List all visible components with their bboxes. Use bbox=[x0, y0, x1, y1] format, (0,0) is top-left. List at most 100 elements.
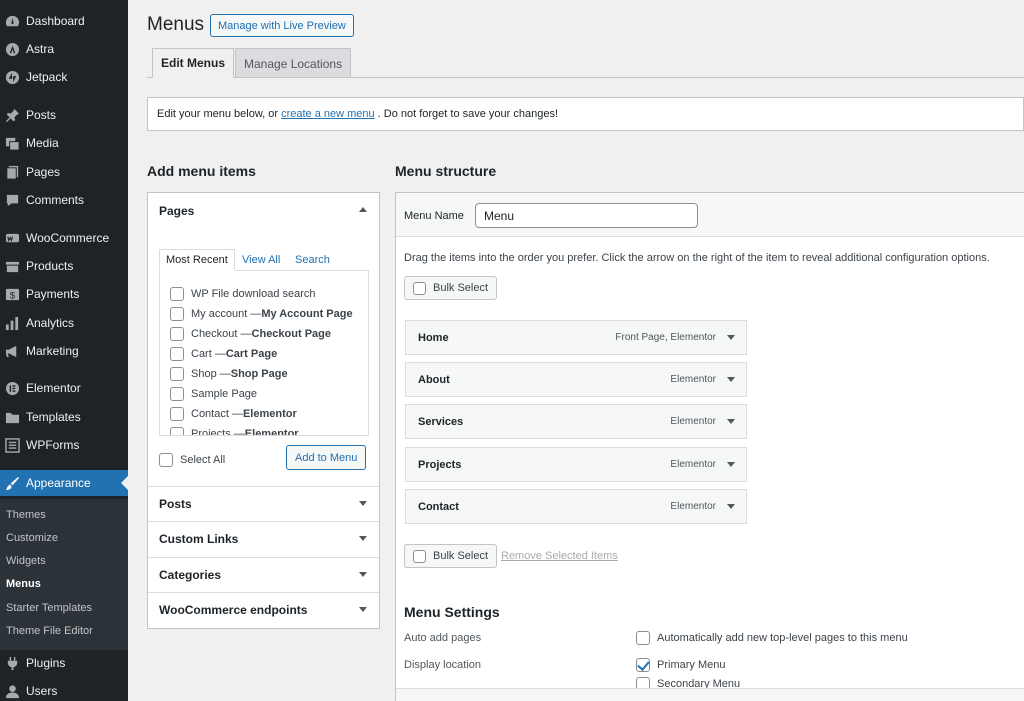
submenu-item-theme-file-editor[interactable]: Theme File Editor bbox=[6, 625, 93, 637]
select-all[interactable]: Select All bbox=[159, 453, 225, 467]
live-preview-button[interactable]: Manage with Live Preview bbox=[210, 14, 354, 37]
expand-arrow-icon[interactable] bbox=[727, 335, 735, 340]
create-new-menu-link[interactable]: create a new menu bbox=[281, 108, 375, 120]
section-posts-header[interactable]: Posts bbox=[148, 486, 379, 521]
menu-item-contact[interactable]: Contact Elementor bbox=[405, 489, 747, 524]
sidebar-item-media[interactable]: Media bbox=[0, 130, 128, 156]
menu-name-input[interactable] bbox=[475, 203, 698, 228]
submenu-item-menus[interactable]: Menus bbox=[6, 578, 41, 590]
analytics-icon bbox=[4, 315, 20, 331]
menu-name-bar: Menu Name bbox=[396, 193, 1024, 237]
sidebar-item-users[interactable]: Users bbox=[0, 678, 128, 701]
menu-item-type: Elementor bbox=[670, 459, 716, 470]
menu-item-services[interactable]: Services Elementor bbox=[405, 404, 747, 439]
products-icon bbox=[4, 258, 20, 274]
menu-item-home[interactable]: Home Front Page, Elementor bbox=[405, 320, 747, 355]
tab-search[interactable]: Search bbox=[289, 249, 336, 271]
bulk-select-checkbox[interactable] bbox=[413, 281, 426, 295]
sidebar-item-label: Products bbox=[26, 259, 74, 273]
expand-arrow-icon[interactable] bbox=[359, 536, 367, 541]
submenu-item-customize[interactable]: Customize bbox=[6, 532, 58, 544]
list-item[interactable]: Shop — Shop Page bbox=[170, 366, 288, 382]
expand-arrow-icon[interactable] bbox=[359, 607, 367, 612]
sidebar-item-marketing[interactable]: Marketing bbox=[0, 338, 128, 364]
sidebar-item-elementor[interactable]: Elementor bbox=[0, 375, 128, 401]
sidebar-item-label: Comments bbox=[26, 193, 85, 207]
sidebar-item-plugins[interactable]: Plugins bbox=[0, 650, 128, 676]
sidebar-item-comments[interactable]: Comments bbox=[0, 187, 128, 213]
checkbox[interactable] bbox=[170, 387, 184, 401]
list-item[interactable]: My account — My Account Page bbox=[170, 306, 353, 322]
menu-item-title: Services bbox=[418, 415, 464, 428]
list-item[interactable]: Cart — Cart Page bbox=[170, 346, 277, 362]
submenu-item-themes[interactable]: Themes bbox=[6, 509, 46, 521]
checkbox[interactable] bbox=[170, 427, 184, 435]
bulk-select-button[interactable]: Bulk Select bbox=[404, 276, 498, 300]
section-categories-header[interactable]: Categories bbox=[148, 557, 379, 592]
section-title: Categories bbox=[159, 568, 222, 582]
sidebar-item-label: WPForms bbox=[26, 438, 80, 452]
sidebar-item-pages[interactable]: Pages bbox=[0, 159, 128, 185]
sidebar-item-label: Templates bbox=[26, 410, 81, 424]
woocommerce-icon bbox=[4, 230, 20, 246]
checkbox[interactable] bbox=[170, 367, 184, 381]
checkbox[interactable] bbox=[170, 327, 184, 341]
sidebar-item-astra[interactable]: Astra bbox=[0, 36, 128, 62]
list-item[interactable]: Contact — Elementor bbox=[170, 406, 297, 422]
sidebar-item-templates[interactable]: Templates bbox=[0, 404, 128, 430]
location-primary-menu[interactable]: Primary Menu bbox=[636, 658, 725, 672]
sidebar-item-appearance[interactable]: Appearance bbox=[0, 470, 128, 496]
section-pages-header[interactable]: Pages bbox=[148, 193, 379, 228]
expand-arrow-icon[interactable] bbox=[727, 462, 735, 467]
list-item[interactable]: Checkout — Checkout Page bbox=[170, 326, 331, 342]
tab-manage-locations[interactable]: Manage Locations bbox=[235, 48, 352, 78]
media-icon bbox=[4, 135, 20, 151]
tab-edit-menus[interactable]: Edit Menus bbox=[152, 48, 235, 78]
expand-arrow-icon[interactable] bbox=[727, 419, 735, 424]
section-woocommerce-endpoints-header[interactable]: WooCommerce endpoints bbox=[148, 592, 379, 627]
sidebar-item-dashboard[interactable]: Dashboard bbox=[0, 8, 128, 34]
auto-add-pages-option[interactable]: Automatically add new top-level pages to… bbox=[636, 631, 908, 645]
list-item[interactable]: Sample Page bbox=[170, 386, 257, 402]
auto-add-checkbox[interactable] bbox=[636, 631, 650, 645]
list-item[interactable]: WP File download search bbox=[170, 286, 316, 302]
section-title: Posts bbox=[159, 497, 192, 511]
submenu-item-widgets[interactable]: Widgets bbox=[6, 555, 46, 567]
expand-arrow-icon[interactable] bbox=[359, 501, 367, 506]
sidebar-item-posts[interactable]: Posts bbox=[0, 102, 128, 128]
sidebar-item-analytics[interactable]: Analytics bbox=[0, 310, 128, 336]
collapse-arrow-icon[interactable] bbox=[359, 207, 367, 212]
add-to-menu-button[interactable]: Add to Menu bbox=[286, 445, 367, 470]
sidebar-item-jetpack[interactable]: Jetpack bbox=[0, 64, 128, 90]
menu-item-about[interactable]: About Elementor bbox=[405, 362, 747, 397]
expand-arrow-icon[interactable] bbox=[727, 377, 735, 382]
menu-item-title: Projects bbox=[418, 458, 462, 471]
checkbox[interactable] bbox=[170, 347, 184, 361]
pin-icon bbox=[4, 107, 20, 123]
sidebar-item-products[interactable]: Products bbox=[0, 253, 128, 279]
list-item[interactable]: Projects — Elementor bbox=[170, 426, 299, 435]
tab-view-all[interactable]: View All bbox=[236, 249, 286, 271]
pages-checklist[interactable]: WP File download search My account — My … bbox=[159, 270, 369, 436]
sidebar-item-wpforms[interactable]: WPForms bbox=[0, 432, 128, 458]
sidebar-item-label: Jetpack bbox=[26, 70, 68, 84]
expand-arrow-icon[interactable] bbox=[727, 504, 735, 509]
checkbox[interactable] bbox=[170, 407, 184, 421]
expand-arrow-icon[interactable] bbox=[359, 572, 367, 577]
checkbox[interactable] bbox=[170, 307, 184, 321]
jetpack-icon bbox=[4, 69, 20, 85]
sidebar-item-payments[interactable]: $ Payments bbox=[0, 281, 128, 307]
remove-selected-items-link[interactable]: Remove Selected Items bbox=[501, 550, 618, 562]
bulk-select-button-bottom[interactable]: Bulk Select bbox=[404, 544, 498, 568]
submenu-item-starter-templates[interactable]: Starter Templates bbox=[6, 602, 92, 614]
page-title: Menus bbox=[147, 14, 205, 35]
notice-text-after: . Do not forget to save your changes! bbox=[377, 108, 559, 120]
primary-menu-checkbox[interactable] bbox=[636, 658, 650, 672]
menu-item-projects[interactable]: Projects Elementor bbox=[405, 447, 747, 482]
bulk-select-checkbox[interactable] bbox=[413, 549, 426, 563]
checkbox[interactable] bbox=[170, 287, 184, 301]
section-custom-links-header[interactable]: Custom Links bbox=[148, 521, 379, 556]
select-all-checkbox[interactable] bbox=[159, 453, 173, 467]
sidebar-item-woocommerce[interactable]: WooCommerce bbox=[0, 225, 128, 251]
tab-most-recent[interactable]: Most Recent bbox=[159, 249, 235, 271]
